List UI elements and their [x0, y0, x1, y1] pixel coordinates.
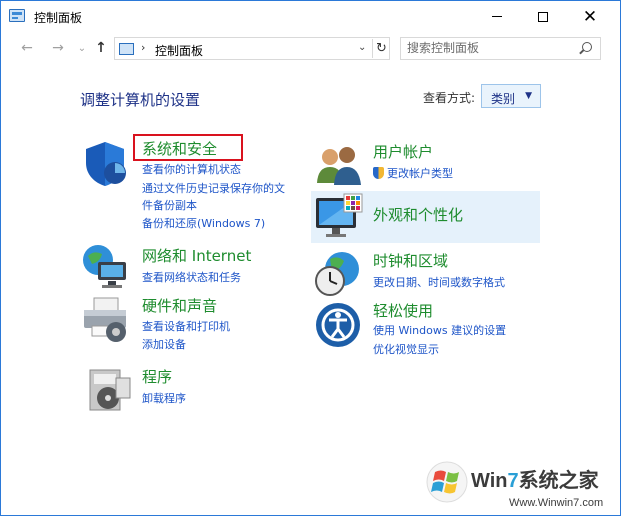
view-by-value: 类别: [491, 92, 516, 106]
page-heading: 调整计算机的设置: [80, 91, 201, 109]
back-arrow-icon[interactable]: ←: [19, 40, 35, 56]
ease-of-access-icon[interactable]: [314, 301, 364, 351]
search-icon[interactable]: [582, 42, 592, 52]
minimize-icon: [492, 16, 502, 17]
maximize-button[interactable]: [520, 1, 566, 32]
close-button[interactable]: ✕: [567, 1, 613, 32]
recent-locations-icon[interactable]: ⌄: [74, 43, 90, 54]
navigation-bar: ← → ⌄ ↑ › 控制面板 ⌄ ↻: [1, 32, 620, 64]
view-by-dropdown[interactable]: 类别 ▼: [481, 84, 541, 108]
up-arrow-icon[interactable]: ↑: [93, 40, 109, 56]
address-dropdown-icon[interactable]: ⌄: [358, 42, 366, 53]
dropdown-caret-icon: ▼: [525, 91, 532, 101]
control-panel-window: 控制面板 ✕ ← → ⌄ ↑ › 控制面板 ⌄ ↻ 调整计算机的设置 查看方式:…: [0, 0, 621, 516]
minimize-button[interactable]: [474, 1, 520, 32]
watermark-brand: Win7系统之家: [471, 464, 599, 493]
programs-disc-icon[interactable]: [86, 366, 136, 416]
windows-logo-icon: [426, 461, 468, 503]
category-title-ease-of-access[interactable]: 轻松使用: [373, 300, 433, 321]
link-view-computer-status[interactable]: 查看你的计算机状态: [142, 161, 241, 177]
shield-icon[interactable]: [80, 139, 130, 189]
network-globe-icon[interactable]: [80, 242, 130, 292]
link-windows-recommended-settings[interactable]: 使用 Windows 建议的设置: [373, 322, 506, 338]
monitor-palette-icon[interactable]: [314, 192, 364, 242]
category-title-network[interactable]: 网络和 Internet: [142, 245, 251, 266]
window-title: 控制面板: [34, 11, 83, 25]
address-bar[interactable]: › 控制面板 ⌄ ↻: [114, 37, 390, 60]
site-watermark: Win7系统之家 Www.Winwin7.com: [421, 456, 620, 515]
title-bar[interactable]: 控制面板 ✕: [1, 1, 620, 32]
maximize-icon: [538, 11, 548, 22]
link-backup-restore[interactable]: 备份和还原(Windows 7): [142, 215, 265, 231]
link-change-account-type-label: 更改帐户类型: [387, 167, 453, 180]
clock-globe-icon[interactable]: [314, 249, 364, 299]
link-file-history[interactable]: 通过文件历史记录保存你的文: [142, 180, 285, 196]
watermark-brand-a: Win: [471, 470, 508, 492]
watermark-brand-c: 系统之家: [518, 470, 599, 492]
category-title-appearance[interactable]: 外观和个性化: [373, 204, 463, 225]
category-title-user-accounts[interactable]: 用户帐户: [373, 141, 433, 162]
link-file-history-cont[interactable]: 件备份副本: [142, 197, 197, 213]
annotation-red-box: [133, 134, 243, 161]
link-devices-printers[interactable]: 查看设备和打印机: [142, 318, 230, 334]
link-uninstall-program[interactable]: 卸载程序: [142, 390, 186, 406]
forward-arrow-icon[interactable]: →: [50, 40, 66, 56]
search-box[interactable]: [400, 37, 601, 60]
control-panel-app-icon: [9, 9, 25, 22]
link-optimize-visual-display[interactable]: 优化视觉显示: [373, 341, 439, 357]
printer-icon[interactable]: [80, 296, 130, 346]
category-title-clock-region[interactable]: 时钟和区域: [373, 250, 448, 271]
close-icon: ✕: [582, 6, 598, 27]
search-input[interactable]: [407, 41, 577, 55]
breadcrumb-control-panel[interactable]: 控制面板: [155, 42, 203, 59]
link-add-device[interactable]: 添加设备: [142, 336, 186, 352]
link-network-status[interactable]: 查看网络状态和任务: [142, 269, 241, 285]
watermark-brand-b: 7: [507, 470, 519, 492]
watermark-url: Www.Winwin7.com: [509, 497, 604, 509]
breadcrumb-chevron-icon[interactable]: ›: [141, 41, 145, 54]
uac-shield-icon: [373, 167, 384, 179]
users-icon[interactable]: [314, 141, 364, 191]
refresh-icon[interactable]: ↻: [372, 39, 390, 58]
address-control-panel-icon: [119, 43, 134, 55]
link-change-date-time[interactable]: 更改日期、时间或数字格式: [373, 274, 505, 290]
category-title-hardware-sound[interactable]: 硬件和声音: [142, 295, 217, 316]
view-by-label: 查看方式:: [423, 91, 476, 105]
category-title-programs[interactable]: 程序: [142, 366, 172, 387]
link-change-account-type[interactable]: 更改帐户类型: [373, 165, 453, 181]
